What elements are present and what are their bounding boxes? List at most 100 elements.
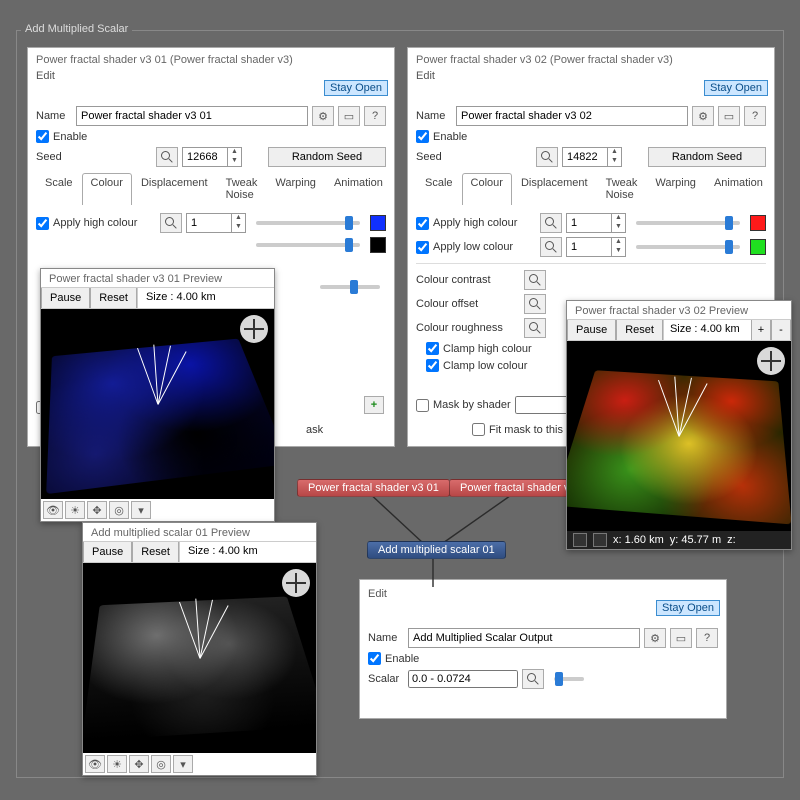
help-icon[interactable]: ? — [364, 106, 386, 126]
enable-checkbox[interactable] — [36, 130, 49, 143]
seed-spinner[interactable]: ▲▼ — [608, 147, 622, 167]
mask-checkbox[interactable] — [416, 399, 429, 412]
preview-add-scalar[interactable]: Add multiplied scalar 01 Preview Pause R… — [82, 522, 317, 776]
low-slider[interactable] — [636, 245, 740, 249]
high-colour-swatch[interactable] — [370, 215, 386, 231]
stay-open-button[interactable]: Stay Open — [656, 600, 720, 616]
edit-menu[interactable]: Edit — [408, 70, 443, 86]
seed-input[interactable] — [182, 147, 228, 167]
name-input[interactable] — [408, 628, 640, 648]
preview-viewport[interactable] — [83, 563, 316, 753]
name-input[interactable] — [76, 106, 308, 126]
compass-icon — [282, 569, 310, 597]
magnifier-icon[interactable] — [540, 237, 562, 257]
preview-shader-01[interactable]: Power fractal shader v3 01 Preview Pause… — [40, 268, 275, 522]
tab-tweak-noise[interactable]: Tweak Noise — [217, 173, 267, 205]
menu-icon[interactable]: ▾ — [131, 501, 151, 519]
tab-colour[interactable]: Colour — [462, 173, 512, 205]
gear-icon[interactable]: ⚙ — [644, 628, 666, 648]
apply-high-checkbox[interactable] — [416, 217, 429, 230]
high-colour-swatch[interactable] — [750, 215, 766, 231]
high-slider[interactable] — [636, 221, 740, 225]
zoom-in-button[interactable]: + — [751, 320, 771, 340]
tab-warping[interactable]: Warping — [646, 173, 705, 205]
magnifier-icon[interactable] — [524, 318, 546, 338]
eye-icon[interactable] — [573, 533, 587, 547]
high-slider[interactable] — [256, 221, 360, 225]
high-value-input[interactable] — [186, 213, 232, 233]
doc-icon[interactable]: ▭ — [670, 628, 692, 648]
gear-icon[interactable]: ⚙ — [312, 106, 334, 126]
edit-menu[interactable]: Edit — [28, 70, 63, 86]
menu-icon[interactable]: ▾ — [173, 755, 193, 773]
magnifier-icon[interactable] — [536, 147, 558, 167]
seed-spinner[interactable]: ▲▼ — [228, 147, 242, 167]
low-slider-partial[interactable] — [256, 243, 360, 247]
tab-warping[interactable]: Warping — [266, 173, 325, 205]
eye-icon[interactable]: 👁 — [43, 501, 63, 519]
node-add-scalar[interactable]: Add multiplied scalar 01 — [367, 541, 506, 559]
stay-open-button[interactable]: Stay Open — [704, 80, 768, 96]
low-colour-swatch[interactable] — [750, 239, 766, 255]
enable-checkbox[interactable] — [368, 652, 381, 665]
tab-tweak-noise[interactable]: Tweak Noise — [597, 173, 647, 205]
node-shader-01[interactable]: Power fractal shader v3 01 — [297, 479, 450, 497]
clamp-low-checkbox[interactable] — [426, 359, 439, 372]
scalar-input[interactable] — [408, 670, 518, 688]
name-input[interactable] — [456, 106, 688, 126]
tab-displacement[interactable]: Displacement — [132, 173, 217, 205]
tab-scale[interactable]: Scale — [36, 173, 82, 205]
add-mask-button[interactable]: + — [364, 396, 384, 414]
gear-icon[interactable]: ⚙ — [692, 106, 714, 126]
tab-colour[interactable]: Colour — [82, 173, 132, 205]
sun-icon[interactable]: ☀ — [107, 755, 127, 773]
edit-menu[interactable]: Edit — [360, 580, 395, 604]
preview-pause-button[interactable]: Pause — [567, 320, 616, 340]
tab-animation[interactable]: Animation — [705, 173, 772, 205]
low-value-input[interactable] — [566, 237, 612, 257]
mini-slider[interactable] — [320, 285, 380, 289]
preview-pause-button[interactable]: Pause — [41, 288, 90, 308]
apply-high-checkbox[interactable] — [36, 217, 49, 230]
magnifier-icon[interactable] — [156, 147, 178, 167]
seed-input[interactable] — [562, 147, 608, 167]
settings-icon[interactable] — [593, 533, 607, 547]
move-icon[interactable]: ✥ — [87, 501, 107, 519]
preview-reset-button[interactable]: Reset — [616, 320, 663, 340]
target-icon[interactable]: ◎ — [151, 755, 171, 773]
move-icon[interactable]: ✥ — [129, 755, 149, 773]
tab-animation[interactable]: Animation — [325, 173, 392, 205]
scalar-slider[interactable] — [554, 677, 584, 681]
help-icon[interactable]: ? — [744, 106, 766, 126]
magnifier-icon[interactable] — [540, 213, 562, 233]
magnifier-icon[interactable] — [524, 270, 546, 290]
low-colour-swatch[interactable] — [370, 237, 386, 253]
high-value-input[interactable] — [566, 213, 612, 233]
fit-mask-checkbox[interactable] — [472, 423, 485, 436]
magnifier-icon[interactable] — [524, 294, 546, 314]
sun-icon[interactable]: ☀ — [65, 501, 85, 519]
eye-icon[interactable]: 👁 — [85, 755, 105, 773]
preview-viewport[interactable] — [567, 341, 791, 531]
magnifier-icon[interactable] — [160, 213, 182, 233]
stay-open-button[interactable]: Stay Open — [324, 80, 388, 96]
target-icon[interactable]: ◎ — [109, 501, 129, 519]
high-spinner[interactable]: ▲▼ — [232, 213, 246, 233]
doc-icon[interactable]: ▭ — [338, 106, 360, 126]
tab-scale[interactable]: Scale — [416, 173, 462, 205]
random-seed-button[interactable]: Random Seed — [268, 147, 386, 167]
preview-shader-02[interactable]: Power fractal shader v3 02 Preview Pause… — [566, 300, 792, 550]
preview-reset-button[interactable]: Reset — [132, 542, 179, 562]
tab-displacement[interactable]: Displacement — [512, 173, 597, 205]
doc-icon[interactable]: ▭ — [718, 106, 740, 126]
zoom-out-button[interactable]: - — [771, 320, 791, 340]
preview-reset-button[interactable]: Reset — [90, 288, 137, 308]
apply-low-checkbox[interactable] — [416, 241, 429, 254]
magnifier-icon[interactable] — [522, 669, 544, 689]
random-seed-button[interactable]: Random Seed — [648, 147, 766, 167]
help-icon[interactable]: ? — [696, 628, 718, 648]
clamp-high-checkbox[interactable] — [426, 342, 439, 355]
preview-viewport[interactable] — [41, 309, 274, 499]
preview-pause-button[interactable]: Pause — [83, 542, 132, 562]
enable-checkbox[interactable] — [416, 130, 429, 143]
